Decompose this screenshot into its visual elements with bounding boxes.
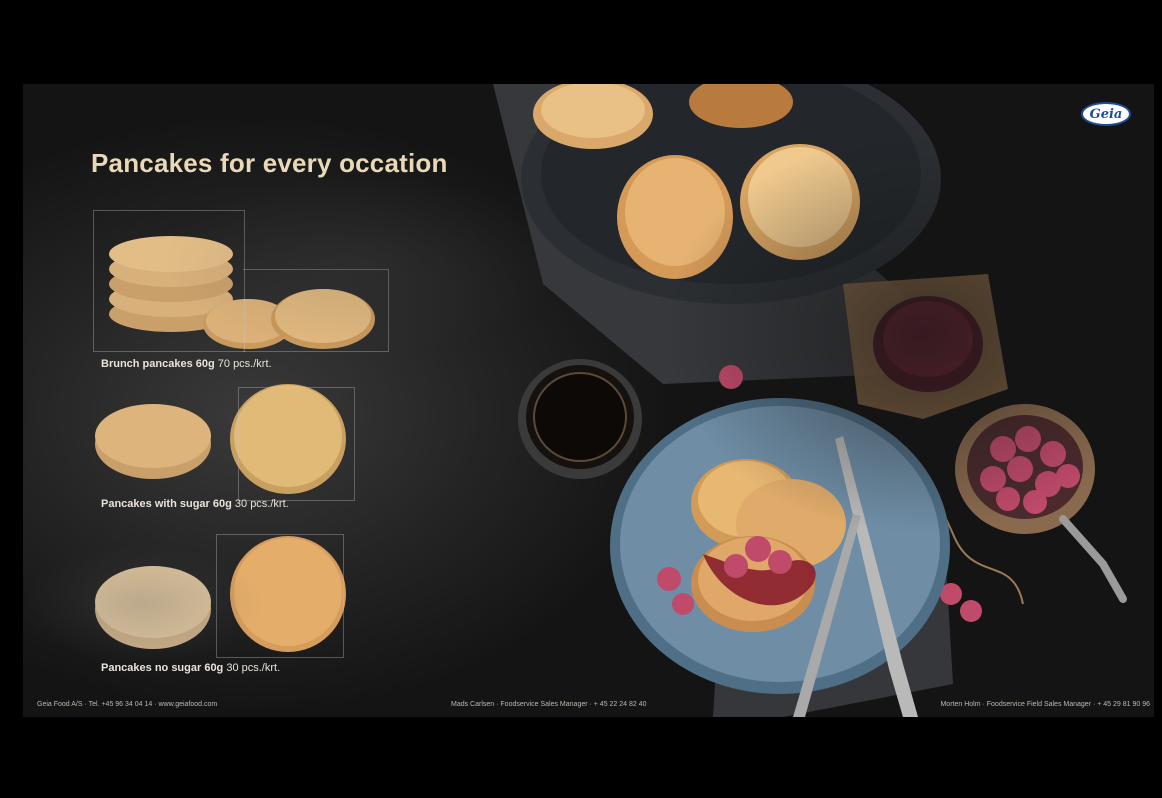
product-caption-no-sugar: Pancakes no sugar 60g 30 pcs./krt. xyxy=(101,662,280,674)
product-detail: 70 pcs./krt. xyxy=(214,358,272,370)
presentation-slide: Geia Pancakes for every occation Brunch … xyxy=(23,84,1154,717)
product-caption-brunch: Brunch pancakes 60g 70 pcs./krt. xyxy=(101,358,272,370)
product-detail: 30 pcs./krt. xyxy=(223,662,281,674)
product-frame-1b xyxy=(243,269,389,352)
product-name: Pancakes with sugar 60g xyxy=(101,498,232,510)
product-detail: 30 pcs./krt. xyxy=(231,498,289,510)
logo-text: Geia xyxy=(1089,106,1123,122)
product-caption-sugar: Pancakes with sugar 60g 30 pcs./krt. xyxy=(101,498,289,510)
footer-contact-field: Morten Holm · Foodservice Field Sales Ma… xyxy=(940,701,1150,708)
product-name: Brunch pancakes 60g xyxy=(101,358,215,370)
geia-logo: Geia xyxy=(1081,102,1131,126)
product-frame-2 xyxy=(238,387,355,501)
product-frame-3 xyxy=(216,534,344,658)
product-frame-1 xyxy=(93,210,245,352)
footer-contact-sales: Mads Carlsen · Foodservice Sales Manager… xyxy=(451,701,647,708)
product-name: Pancakes no sugar 60g xyxy=(101,662,224,674)
slide-title: Pancakes for every occation xyxy=(91,148,448,178)
footer-company: Geia Food A/S · Tel. +45 96 34 04 14 · w… xyxy=(37,701,218,708)
